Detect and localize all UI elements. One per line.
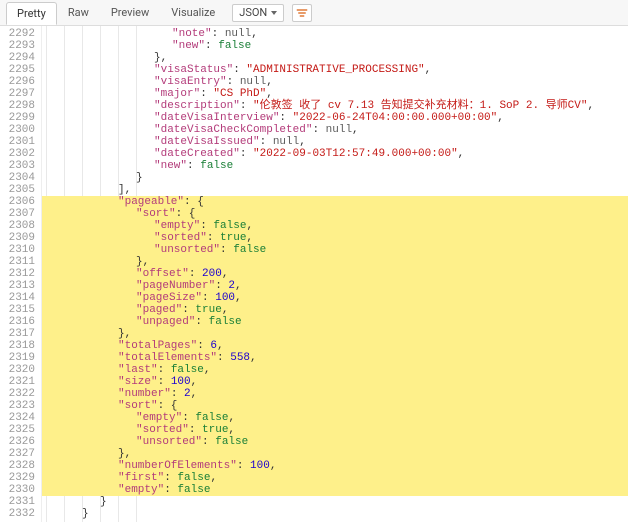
code-line: "sort": { (42, 400, 628, 412)
code-line: "new": false (42, 40, 628, 52)
line-number: 2308 (0, 220, 35, 232)
code-line: "totalPages": 6, (42, 340, 628, 352)
code-line: "unpaged": false (42, 316, 628, 328)
tab-raw[interactable]: Raw (57, 1, 100, 24)
code-line: } (42, 508, 628, 520)
code-line: "last": false, (42, 364, 628, 376)
code-line: }, (42, 256, 628, 268)
code-line: }, (42, 52, 628, 64)
code-line: "description": "伦敦签 收了 cv 7.13 告知提交补充材料：… (42, 100, 628, 112)
code-line: "offset": 200, (42, 268, 628, 280)
line-number: 2312 (0, 268, 35, 280)
line-number: 2292 (0, 28, 35, 40)
filter-button[interactable] (292, 4, 312, 22)
code-line: "visaStatus": "ADMINISTRATIVE_PROCESSING… (42, 64, 628, 76)
code-line: "sorted": true, (42, 232, 628, 244)
line-number: 2310 (0, 244, 35, 256)
line-number-gutter: 2292229322942295229622972298229923002301… (0, 26, 42, 522)
line-number: 2322 (0, 388, 35, 400)
code-line: "empty": false, (42, 412, 628, 424)
line-number: 2330 (0, 484, 35, 496)
code-line: "first": false, (42, 472, 628, 484)
line-number: 2306 (0, 196, 35, 208)
code-line: "dateVisaCheckCompleted": null, (42, 124, 628, 136)
line-number: 2321 (0, 376, 35, 388)
line-number: 2305 (0, 184, 35, 196)
line-number: 2316 (0, 316, 35, 328)
code-line: "visaEntry": null, (42, 76, 628, 88)
line-number: 2326 (0, 436, 35, 448)
code-line: ], (42, 184, 628, 196)
line-number: 2324 (0, 412, 35, 424)
code-line: "empty": false, (42, 220, 628, 232)
code-line: "note": null, (42, 28, 628, 40)
code-line: "totalElements": 558, (42, 352, 628, 364)
line-number: 2328 (0, 460, 35, 472)
line-number: 2299 (0, 112, 35, 124)
line-number: 2307 (0, 208, 35, 220)
line-number: 2325 (0, 424, 35, 436)
code-line: "pageable": { (42, 196, 628, 208)
line-number: 2313 (0, 280, 35, 292)
code-line: "unsorted": false (42, 436, 628, 448)
tab-visualize[interactable]: Visualize (160, 1, 226, 24)
code-line: "unsorted": false (42, 244, 628, 256)
line-number: 2297 (0, 88, 35, 100)
code-line: } (42, 172, 628, 184)
code-line: "numberOfElements": 100, (42, 460, 628, 472)
code-line: "dateCreated": "2022-09-03T12:57:49.000+… (42, 148, 628, 160)
code-line: "sorted": true, (42, 424, 628, 436)
code-line: "pageSize": 100, (42, 292, 628, 304)
line-number: 2302 (0, 148, 35, 160)
code-line: }, (42, 448, 628, 460)
code-viewer: 2292229322942295229622972298229923002301… (0, 26, 628, 522)
code-line: "sort": { (42, 208, 628, 220)
code-line: }, (42, 328, 628, 340)
chevron-down-icon (271, 11, 277, 15)
line-number: 2301 (0, 136, 35, 148)
code-line: } (42, 496, 628, 508)
code-line: "major": "CS PhD", (42, 88, 628, 100)
line-number: 2331 (0, 496, 35, 508)
tab-preview[interactable]: Preview (100, 1, 160, 24)
code-line: "pageNumber": 2, (42, 280, 628, 292)
line-number: 2311 (0, 256, 35, 268)
line-number: 2332 (0, 508, 35, 520)
line-number: 2296 (0, 76, 35, 88)
line-number: 2294 (0, 52, 35, 64)
code-line: "empty": false (42, 484, 628, 496)
code-line: "dateVisaInterview": "2022-06-24T04:00:0… (42, 112, 628, 124)
tab-pretty[interactable]: Pretty (6, 2, 57, 25)
line-number: 2300 (0, 124, 35, 136)
code-line: "dateVisaIssued": null, (42, 136, 628, 148)
line-number: 2298 (0, 100, 35, 112)
line-number: 2329 (0, 472, 35, 484)
filter-icon (296, 8, 308, 18)
line-number: 2320 (0, 364, 35, 376)
line-number: 2315 (0, 304, 35, 316)
line-number: 2319 (0, 352, 35, 364)
line-number: 2314 (0, 292, 35, 304)
line-number: 2303 (0, 160, 35, 172)
code-line: "size": 100, (42, 376, 628, 388)
code-line: "number": 2, (42, 388, 628, 400)
code-line: "new": false (42, 160, 628, 172)
code-line: "paged": true, (42, 304, 628, 316)
format-dropdown-label: JSON (239, 6, 267, 19)
line-number: 2317 (0, 328, 35, 340)
line-number: 2327 (0, 448, 35, 460)
line-number: 2295 (0, 64, 35, 76)
toolbar: Pretty Raw Preview Visualize JSON (0, 0, 628, 26)
line-number: 2304 (0, 172, 35, 184)
code-content[interactable]: "note": null,"new": false},"visaStatus":… (42, 26, 628, 522)
line-number: 2318 (0, 340, 35, 352)
line-number: 2293 (0, 40, 35, 52)
line-number: 2323 (0, 400, 35, 412)
format-dropdown[interactable]: JSON (232, 4, 284, 22)
line-number: 2309 (0, 232, 35, 244)
